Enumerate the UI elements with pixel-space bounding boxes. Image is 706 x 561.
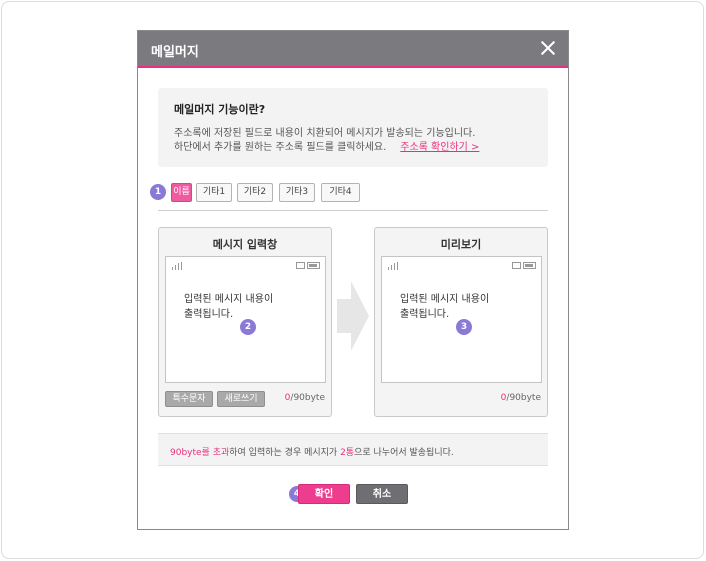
- preview-panel: 미리보기 입력된 메시지 내용이 출력됩니다. 3 0/90byte: [374, 227, 548, 417]
- battery-icon: [523, 262, 536, 269]
- mail-merge-dialog: 메일머지 메일머지 기능이란? 주소록에 저장된 필드로 내용이 치환되어 메시…: [137, 30, 569, 530]
- envelope-icon: [296, 262, 305, 269]
- input-message-line1: 입력된 메시지 내용이: [184, 294, 274, 305]
- section-divider: [158, 210, 548, 211]
- preview-panel-title: 미리보기: [440, 238, 482, 251]
- field-button-etc3[interactable]: 기타3: [279, 183, 315, 202]
- notice-end: 으로 나누어서 발송됩니다.: [354, 448, 454, 458]
- notice-byte-limit: 90byte를 초과: [170, 448, 230, 458]
- step-badge-3: 3: [456, 319, 472, 335]
- arrow-right-icon: [337, 281, 369, 351]
- step-badge-2: 2: [240, 319, 256, 335]
- signal-icon: [172, 262, 184, 270]
- preview-message-line2: 출력됩니다.: [400, 309, 450, 320]
- rewrite-button[interactable]: 새로쓰기: [217, 391, 265, 407]
- input-byte-count: 0/90byte: [285, 393, 325, 403]
- field-button-etc2[interactable]: 기타2: [237, 183, 273, 202]
- envelope-icon: [512, 262, 521, 269]
- preview-area: 입력된 메시지 내용이 출력됩니다. 3: [381, 256, 542, 383]
- cancel-button[interactable]: 취소: [356, 484, 408, 504]
- dialog-titlebar: 메일머지: [138, 31, 568, 68]
- notice-box: 90byte를 초과하여 입력하는 경우 메시지가 2통으로 나누어서 발송됩니…: [158, 433, 548, 466]
- message-input-panel: 메시지 입력창 입력된 메시지 내용이 출력됩니다. 2 특수문자 새로쓰기 0…: [158, 227, 332, 417]
- preview-message-line1: 입력된 메시지 내용이: [400, 294, 490, 305]
- battery-icon: [307, 262, 320, 269]
- notice-middle: 하여 입력하는 경우 메시지가: [229, 448, 341, 458]
- notice-text: 90byte를 초과하여 입력하는 경우 메시지가 2통으로 나누어서 발송됩니…: [170, 445, 454, 458]
- step-badge-1: 1: [150, 184, 166, 200]
- signal-icon: [388, 262, 400, 270]
- special-chars-button[interactable]: 특수문자: [165, 391, 213, 407]
- info-instruction-text: 하단에서 추가를 원하는 주소록 필드를 클릭하세요.: [174, 142, 387, 153]
- close-icon[interactable]: [538, 38, 558, 58]
- info-description: 주소록에 저장된 필드로 내용이 치환되어 메시지가 발송되는 기능입니다.: [174, 128, 476, 139]
- field-button-etc4[interactable]: 기타4: [321, 183, 360, 202]
- info-box: 메일머지 기능이란? 주소록에 저장된 필드로 내용이 치환되어 메시지가 발송…: [158, 88, 548, 167]
- message-input-area[interactable]: 입력된 메시지 내용이 출력됩니다. 2: [165, 256, 326, 383]
- field-button-name[interactable]: 이름: [171, 183, 192, 202]
- info-title: 메일머지 기능이란?: [174, 103, 266, 116]
- input-message-line2: 출력됩니다.: [184, 309, 234, 320]
- input-byte-limit: /90byte: [290, 393, 325, 403]
- address-book-link[interactable]: 주소록 확인하기 >: [400, 142, 479, 153]
- confirm-button[interactable]: 확인: [298, 484, 350, 504]
- input-panel-title: 메시지 입력창: [212, 238, 278, 251]
- field-button-etc1[interactable]: 기타1: [196, 183, 232, 202]
- info-instruction: 하단에서 추가를 원하는 주소록 필드를 클릭하세요. 주소록 확인하기 >: [174, 138, 479, 153]
- preview-byte-limit: /90byte: [506, 393, 541, 403]
- preview-byte-count: 0/90byte: [501, 393, 541, 403]
- preview-message: 입력된 메시지 내용이 출력됩니다.: [400, 292, 489, 322]
- notice-split-count: 2통: [340, 448, 355, 458]
- dialog-title: 메일머지: [151, 45, 199, 60]
- input-message: 입력된 메시지 내용이 출력됩니다.: [184, 292, 273, 322]
